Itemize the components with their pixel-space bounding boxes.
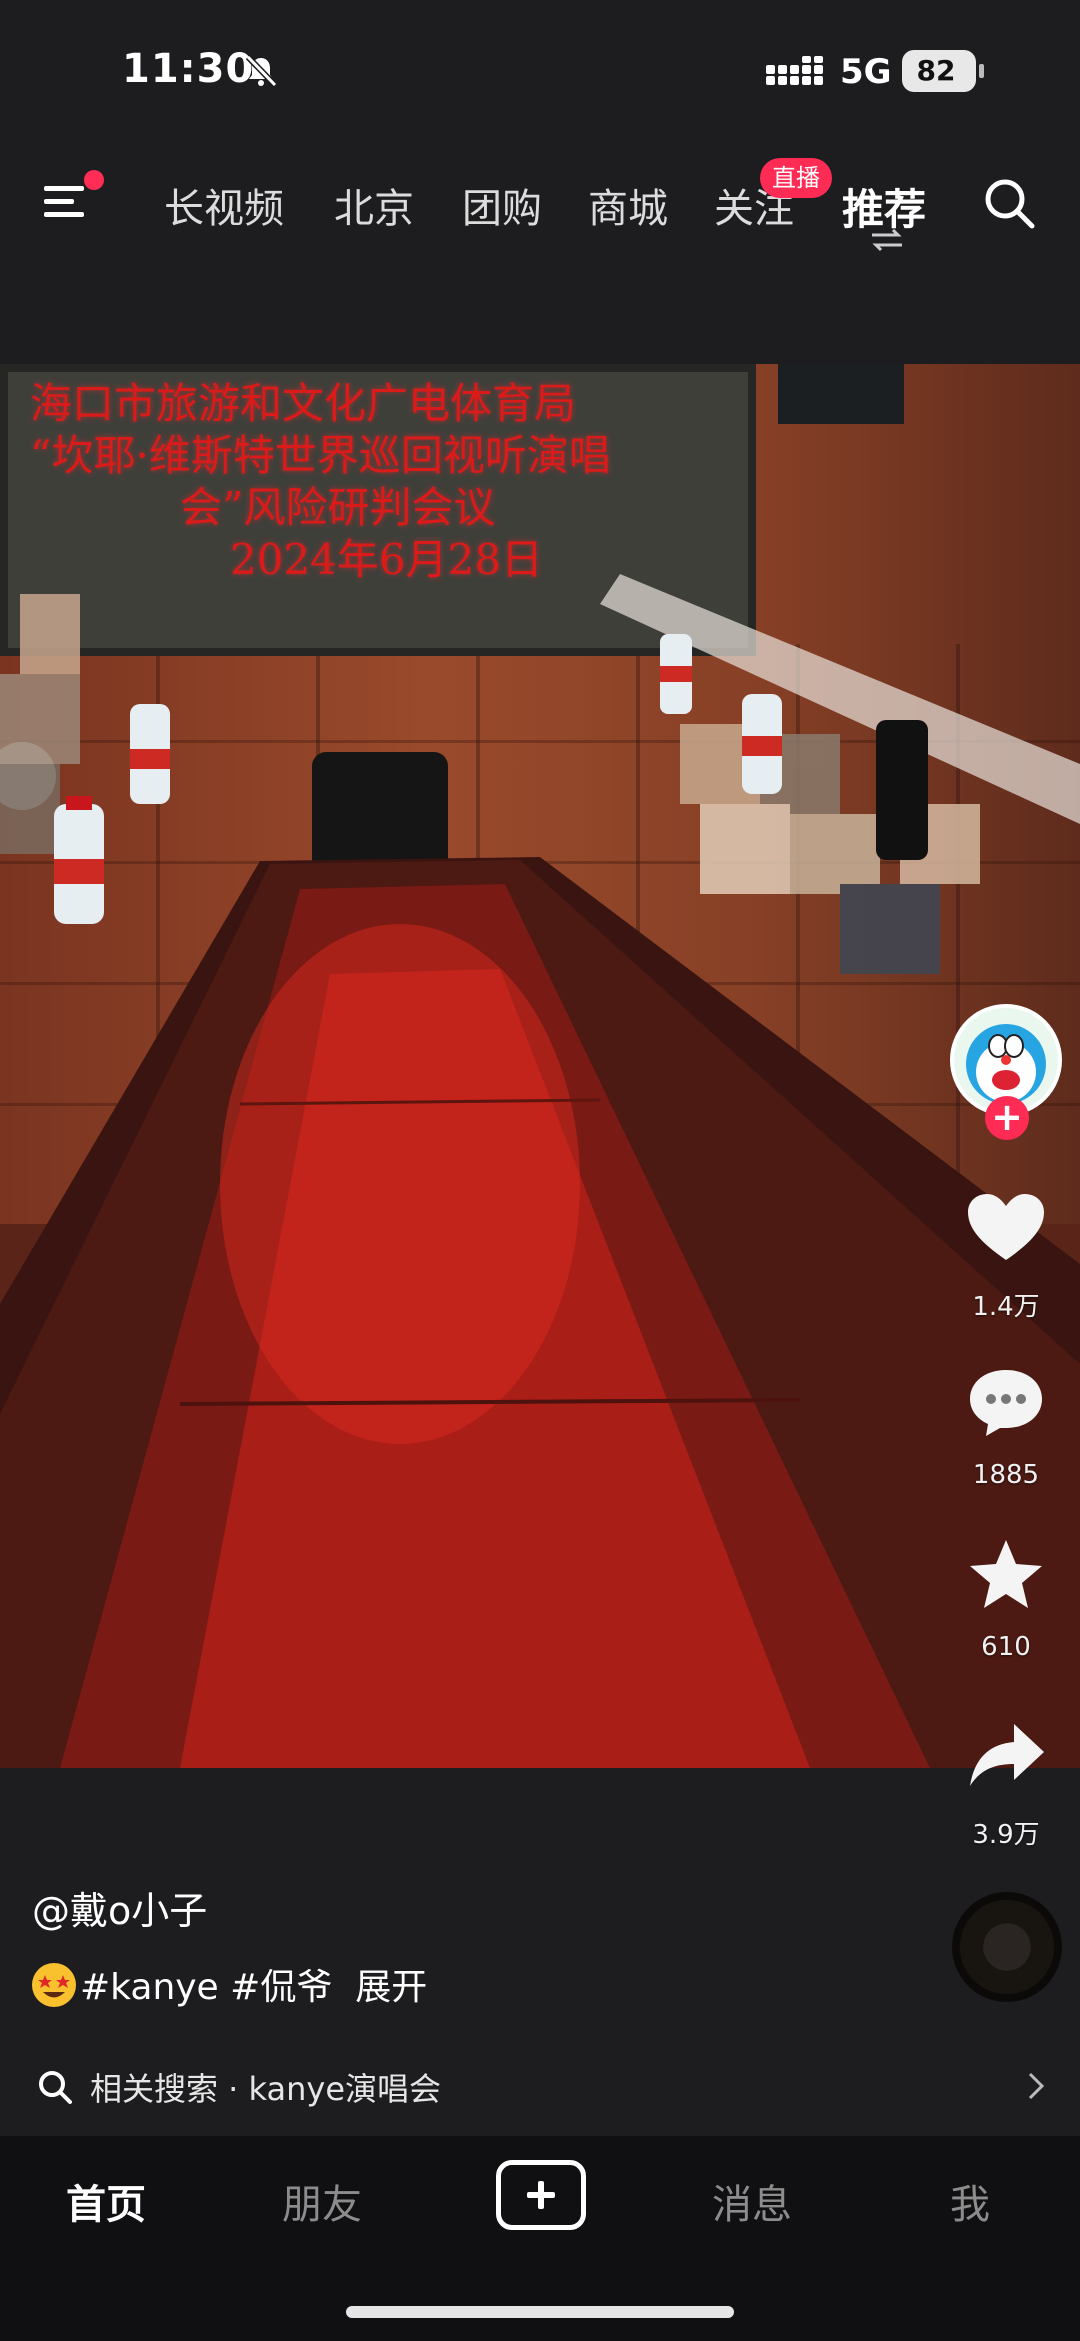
tab-group-buy[interactable]: 团购 [462, 176, 542, 234]
share-arrow-icon[interactable] [966, 1720, 1046, 1792]
tab-long-video[interactable]: 长视频 [164, 176, 284, 234]
create-post-button[interactable] [496, 2160, 586, 2230]
like-count: 1.4万 [972, 1292, 1040, 1322]
search-icon[interactable] [980, 174, 1040, 234]
music-disc[interactable] [952, 1892, 1062, 2002]
starstruck-emoji-icon [32, 1963, 76, 2007]
home-indicator[interactable] [346, 2306, 734, 2318]
meeting-room-scene [0, 574, 1080, 1768]
chevron-right-icon[interactable] [1026, 2070, 1046, 2102]
caption-hashtags[interactable]: #kanye #侃爷 [80, 1967, 332, 2008]
signal-icon [766, 56, 823, 85]
like-heart-icon[interactable] [966, 1192, 1046, 1264]
chair [312, 752, 448, 874]
author-name[interactable]: @戴o小子 [32, 1880, 207, 1935]
battery-level: 82 [916, 54, 956, 87]
video-player[interactable]: 海口市旅游和文化广电体育局 “坎耶·维斯特世界巡回视听演唱 会”风险研判会议 2… [0, 364, 1080, 1768]
live-badge: 直播 [760, 158, 832, 198]
swap-arrows-icon [872, 228, 902, 252]
tab-mall[interactable]: 商城 [588, 176, 668, 234]
related-search-text[interactable]: 相关搜索 · kanye演唱会 [90, 2064, 441, 2110]
bell-muted-icon [245, 54, 278, 88]
post-caption: #kanye #侃爷 展开 [32, 1958, 427, 2010]
notification-dot [84, 170, 104, 190]
battery-indicator: 82 [902, 50, 984, 92]
nav-messages[interactable]: 消息 [712, 2172, 792, 2230]
nav-me[interactable]: 我 [950, 2172, 990, 2230]
favorite-star-icon[interactable] [966, 1538, 1046, 1610]
follow-button[interactable]: + [985, 1096, 1029, 1140]
nav-friends[interactable]: 朋友 [282, 2172, 362, 2230]
plus-icon [527, 2181, 555, 2209]
status-time: 11:30 [122, 46, 255, 92]
menu-button[interactable] [44, 170, 104, 226]
comment-count: 1885 [972, 1460, 1040, 1490]
tab-beijing[interactable]: 北京 [334, 176, 414, 234]
favorite-count: 610 [981, 1632, 1031, 1662]
search-icon [39, 2071, 72, 2104]
share-count: 3.9万 [972, 1820, 1040, 1850]
expand-link[interactable]: 展开 [355, 1967, 427, 2008]
nav-home[interactable]: 首页 [66, 2172, 146, 2230]
comment-icon[interactable] [966, 1366, 1046, 1438]
network-type: 5G [840, 52, 892, 92]
thermos [876, 720, 928, 860]
